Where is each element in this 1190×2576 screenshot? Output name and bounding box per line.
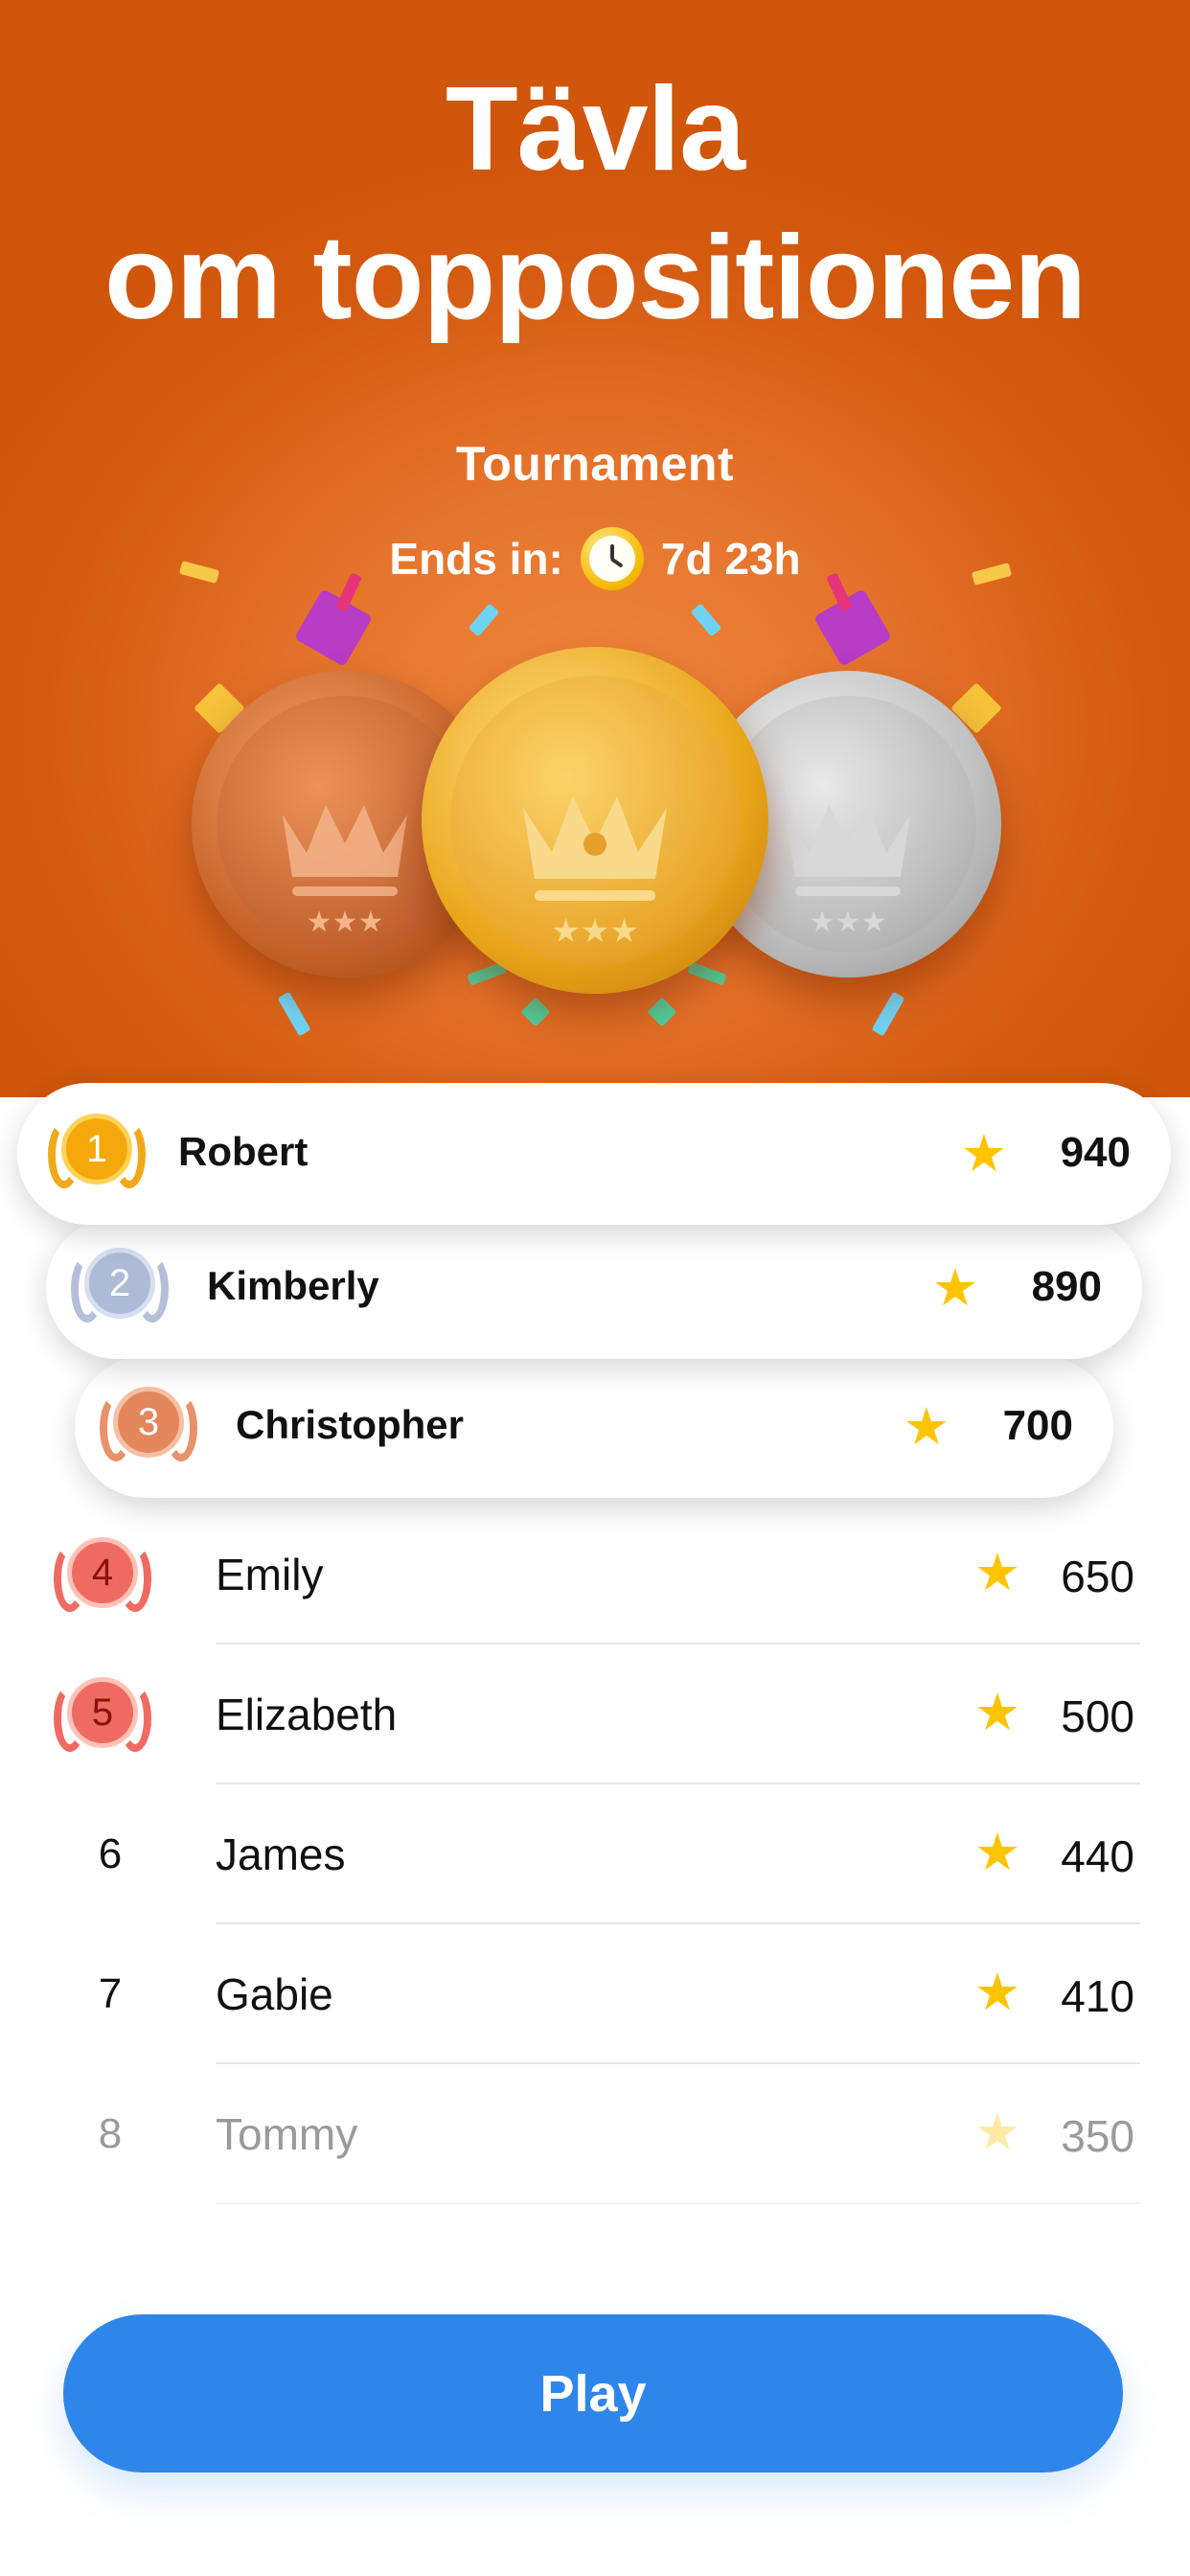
svg-text:★★★: ★★★ xyxy=(551,912,638,951)
player-score: 940 xyxy=(1060,1129,1131,1176)
leaderboard-row[interactable]: 5 Elizabeth ★ 500 xyxy=(0,1644,1190,1784)
star-icon: ★ xyxy=(973,2104,1021,2161)
headline-line-1: Tävla xyxy=(445,63,745,196)
player-score: 440 xyxy=(1061,1831,1134,1881)
player-name: Gabie xyxy=(216,1969,333,2019)
play-button[interactable]: Play xyxy=(63,2314,1123,2472)
star-icon: ★ xyxy=(973,1684,1021,1741)
star-icon: ★ xyxy=(973,1964,1021,2021)
player-score: 650 xyxy=(1061,1552,1134,1601)
clock-icon xyxy=(580,527,644,590)
star-icon: ★ xyxy=(973,1824,1021,1881)
svg-text:★★★: ★★★ xyxy=(307,906,384,939)
rank-number: 6 xyxy=(98,1830,123,1877)
leaderboard-top-2[interactable]: 2 Kimberly ★ 890 xyxy=(46,1217,1142,1359)
gold-medal-icon: ★★★ xyxy=(422,647,768,994)
star-icon: ★ xyxy=(903,1398,950,1456)
leaderboard-row[interactable]: 4 Emily ★ 650 xyxy=(0,1505,1190,1644)
rank-5-badge-icon: 5 xyxy=(50,1668,155,1763)
hero-banner: Tävla om toppositionen Tournament Ends i… xyxy=(0,0,1190,1097)
leaderboard-row[interactable]: 8 Tommy ★ 350 xyxy=(0,2064,1190,2204)
player-name: James xyxy=(216,1829,346,1879)
player-name: Kimberly xyxy=(207,1263,379,1308)
player-name: Christopher xyxy=(236,1402,465,1447)
rank-2-badge-icon: 2 xyxy=(67,1238,172,1334)
player-name: Emily xyxy=(216,1550,324,1599)
rank-4-badge-icon: 4 xyxy=(50,1528,155,1623)
tournament-label: Tournament xyxy=(455,437,735,491)
player-score: 410 xyxy=(1061,1971,1134,2021)
player-name: Tommy xyxy=(216,2109,358,2159)
svg-text:★★★: ★★★ xyxy=(810,906,887,939)
player-name: Elizabeth xyxy=(216,1690,398,1739)
player-score: 890 xyxy=(1031,1263,1102,1310)
leaderboard-top-3[interactable]: 3 Christopher ★ 700 xyxy=(75,1356,1113,1498)
rank-1-badge-icon: 1 xyxy=(44,1104,149,1200)
row-divider xyxy=(216,2202,1140,2204)
star-icon: ★ xyxy=(960,1125,1008,1183)
leaderboard-row[interactable]: 7 Gabie ★ 410 xyxy=(0,1924,1190,2064)
ends-in-label: Ends in: xyxy=(389,534,563,584)
star-icon: ★ xyxy=(931,1259,979,1317)
rank-number: 7 xyxy=(98,1970,123,2017)
star-icon: ★ xyxy=(973,1544,1021,1601)
headline-line-2: om toppositionen xyxy=(103,212,1087,344)
rank-3-badge-icon: 3 xyxy=(96,1377,201,1473)
player-score: 350 xyxy=(1061,2111,1134,2161)
player-score: 500 xyxy=(1061,1691,1134,1741)
rank-number: 8 xyxy=(98,2110,123,2157)
leaderboard-row[interactable]: 6 James ★ 440 xyxy=(0,1784,1190,1924)
player-name: Robert xyxy=(178,1129,309,1174)
countdown: Ends in: 7d 23h xyxy=(0,527,1190,590)
player-score: 700 xyxy=(1002,1402,1073,1449)
leaderboard-top-1[interactable]: 1 Robert ★ 940 xyxy=(17,1083,1171,1225)
ends-in-value: 7d 23h xyxy=(660,534,801,584)
